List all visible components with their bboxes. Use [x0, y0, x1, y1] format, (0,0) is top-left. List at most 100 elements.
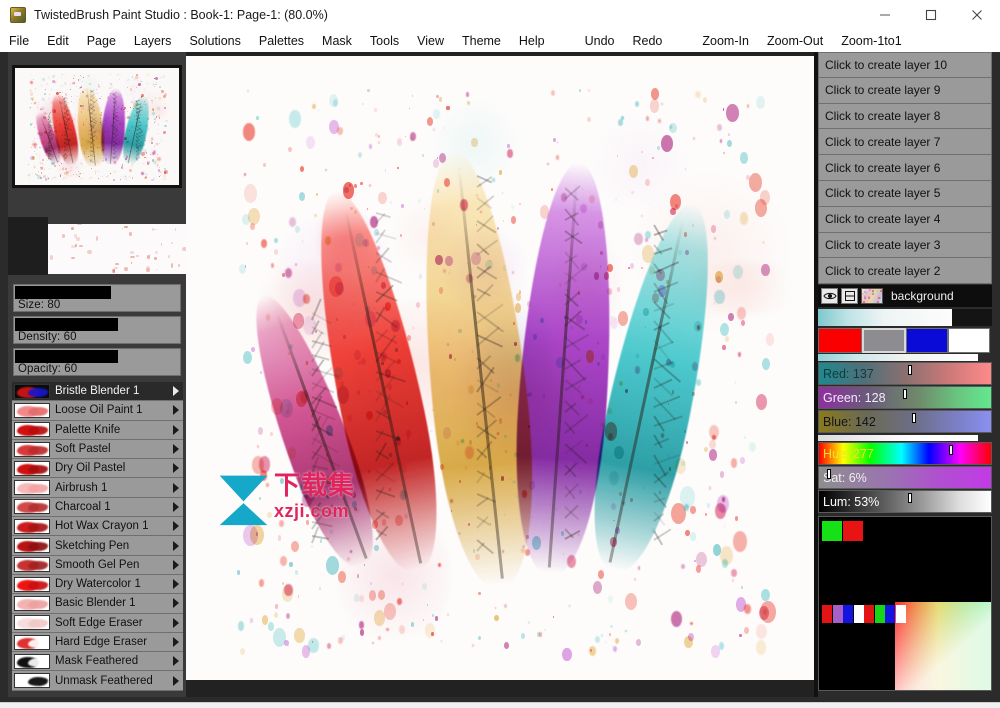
layer-create-buttons[interactable]: Click to create layer 10Click to create …	[818, 52, 992, 284]
brush-list[interactable]: Bristle Blender 1Loose Oil Paint 1Palett…	[12, 382, 183, 691]
palette-swatch-row-1[interactable]	[833, 605, 843, 623]
white-swatch[interactable]	[948, 328, 990, 353]
brush-item-dry-watercolor-1[interactable]: Dry Watercolor 1	[12, 575, 183, 594]
brush-item-bristle-blender-1[interactable]: Bristle Blender 1	[12, 382, 183, 401]
menu-view[interactable]: View	[408, 31, 453, 51]
green-channel-slider[interactable]: Green: 128	[818, 386, 992, 409]
green-channel-knob[interactable]	[903, 389, 907, 399]
command-undo[interactable]: Undo	[576, 31, 624, 51]
palette-swatch-row-0[interactable]	[822, 605, 832, 623]
brush-item-dry-oil-pastel[interactable]: Dry Oil Pastel	[12, 459, 183, 478]
palette-swatch-top-0[interactable]	[822, 521, 842, 541]
blue-swatch[interactable]	[906, 328, 948, 353]
chevron-right-icon[interactable]	[173, 386, 179, 396]
brush-item-basic-blender-1[interactable]: Basic Blender 1	[12, 594, 183, 613]
create-layer-button-4[interactable]: Click to create layer 4	[818, 207, 992, 233]
menu-mask[interactable]: Mask	[313, 31, 361, 51]
palette-swatch-row-7[interactable]	[896, 605, 906, 623]
sat-channel-knob[interactable]	[827, 469, 831, 479]
color-gradient-field[interactable]	[895, 602, 991, 690]
chevron-right-icon[interactable]	[173, 560, 179, 570]
chevron-right-icon[interactable]	[173, 541, 179, 551]
layer-row-background[interactable]: background	[818, 285, 992, 307]
page-preview[interactable]	[12, 65, 182, 188]
menu-layers[interactable]: Layers	[125, 31, 181, 51]
palette-swatch-top-1[interactable]	[843, 521, 863, 541]
hue-channel-slider[interactable]: Hue: 277	[818, 442, 992, 465]
close-icon[interactable]	[954, 0, 1000, 30]
brush-item-palette-knife[interactable]: Palette Knife	[12, 421, 183, 440]
menu-help[interactable]: Help	[510, 31, 554, 51]
brush-item-charcoal-1[interactable]: Charcoal 1	[12, 498, 183, 517]
sat-channel-slider[interactable]: Sat: 6%	[818, 466, 992, 489]
menu-theme[interactable]: Theme	[453, 31, 510, 51]
palette-swatch-row-6[interactable]	[885, 605, 895, 623]
palette-swatch-row-5[interactable]	[875, 605, 885, 623]
brush-item-soft-edge-eraser[interactable]: Soft Edge Eraser	[12, 614, 183, 633]
chevron-right-icon[interactable]	[173, 579, 179, 589]
lum-channel-slider[interactable]: Lum: 53%	[818, 490, 992, 513]
menu-page[interactable]: Page	[78, 31, 125, 51]
create-layer-button-5[interactable]: Click to create layer 5	[818, 181, 992, 207]
chevron-right-icon[interactable]	[173, 598, 179, 608]
chevron-right-icon[interactable]	[173, 463, 179, 473]
chevron-right-icon[interactable]	[173, 502, 179, 512]
brush-item-hard-edge-eraser[interactable]: Hard Edge Eraser	[12, 633, 183, 652]
create-layer-button-8[interactable]: Click to create layer 8	[818, 104, 992, 130]
chevron-right-icon[interactable]	[173, 425, 179, 435]
eye-icon[interactable]	[821, 288, 838, 304]
brush-item-airbrush-1[interactable]: Airbrush 1	[12, 478, 183, 497]
gray-swatch[interactable]	[862, 328, 906, 353]
color-swatch-row[interactable]	[818, 328, 992, 353]
red-channel-slider[interactable]: Red: 137	[818, 362, 992, 385]
brush-item-soft-pastel[interactable]: Soft Pastel	[12, 440, 183, 459]
menu-edit[interactable]: Edit	[38, 31, 78, 51]
chevron-right-icon[interactable]	[173, 676, 179, 686]
brush-item-unmask-feathered[interactable]: Unmask Feathered	[12, 671, 183, 690]
artwork-canvas[interactable]: 下载集 xzji.com	[186, 56, 818, 680]
create-layer-button-6[interactable]: Click to create layer 6	[818, 155, 992, 181]
palette-swatch-row-4[interactable]	[864, 605, 874, 623]
command-redo[interactable]: Redo	[624, 31, 672, 51]
create-layer-button-10[interactable]: Click to create layer 10	[818, 52, 992, 78]
create-layer-button-2[interactable]: Click to create layer 2	[818, 258, 992, 284]
blue-channel-slider[interactable]: Blue: 142	[818, 410, 992, 433]
size-slider[interactable]: Size: 80	[13, 284, 181, 312]
menu-tools[interactable]: Tools	[361, 31, 408, 51]
create-layer-button-9[interactable]: Click to create layer 9	[818, 78, 992, 104]
command-zoom-in[interactable]: Zoom-In	[693, 31, 758, 51]
command-zoom-1to1[interactable]: Zoom-1to1	[832, 31, 910, 51]
density-slider[interactable]: Density: 60	[13, 316, 181, 344]
red-swatch[interactable]	[818, 328, 862, 353]
canvas-area[interactable]: 下载集 xzji.com	[186, 52, 818, 697]
blue-channel-knob[interactable]	[912, 413, 916, 423]
maximize-icon[interactable]	[908, 0, 954, 30]
lum-channel-knob[interactable]	[908, 493, 912, 503]
chevron-right-icon[interactable]	[173, 483, 179, 493]
opacity-slider[interactable]: Opacity: 60	[13, 348, 181, 376]
chevron-right-icon[interactable]	[173, 637, 179, 647]
brush-item-hot-wax-crayon-1[interactable]: Hot Wax Crayon 1	[12, 517, 183, 536]
brush-item-loose-oil-paint-1[interactable]: Loose Oil Paint 1	[12, 401, 183, 420]
brush-item-mask-feathered[interactable]: Mask Feathered	[12, 652, 183, 671]
chevron-right-icon[interactable]	[173, 405, 179, 415]
palette-swatch-row-2[interactable]	[843, 605, 853, 623]
create-layer-button-7[interactable]: Click to create layer 7	[818, 129, 992, 155]
brush-item-sketching-pen[interactable]: Sketching Pen	[12, 536, 183, 555]
chevron-right-icon[interactable]	[173, 444, 179, 454]
menu-file[interactable]: File	[0, 31, 38, 51]
palette-grid[interactable]	[818, 516, 992, 691]
layer-thumbnail[interactable]	[861, 288, 883, 304]
minimize-icon[interactable]	[862, 0, 908, 30]
chevron-right-icon[interactable]	[173, 656, 179, 666]
command-zoom-out[interactable]: Zoom-Out	[758, 31, 832, 51]
menu-solutions[interactable]: Solutions	[180, 31, 249, 51]
lock-icon[interactable]	[841, 288, 858, 304]
red-channel-knob[interactable]	[908, 365, 912, 375]
chevron-right-icon[interactable]	[173, 521, 179, 531]
chevron-right-icon[interactable]	[173, 618, 179, 628]
menu-palettes[interactable]: Palettes	[250, 31, 313, 51]
hue-channel-knob[interactable]	[949, 445, 953, 455]
palette-swatch-row-3[interactable]	[854, 605, 864, 623]
brush-item-smooth-gel-pen[interactable]: Smooth Gel Pen	[12, 556, 183, 575]
